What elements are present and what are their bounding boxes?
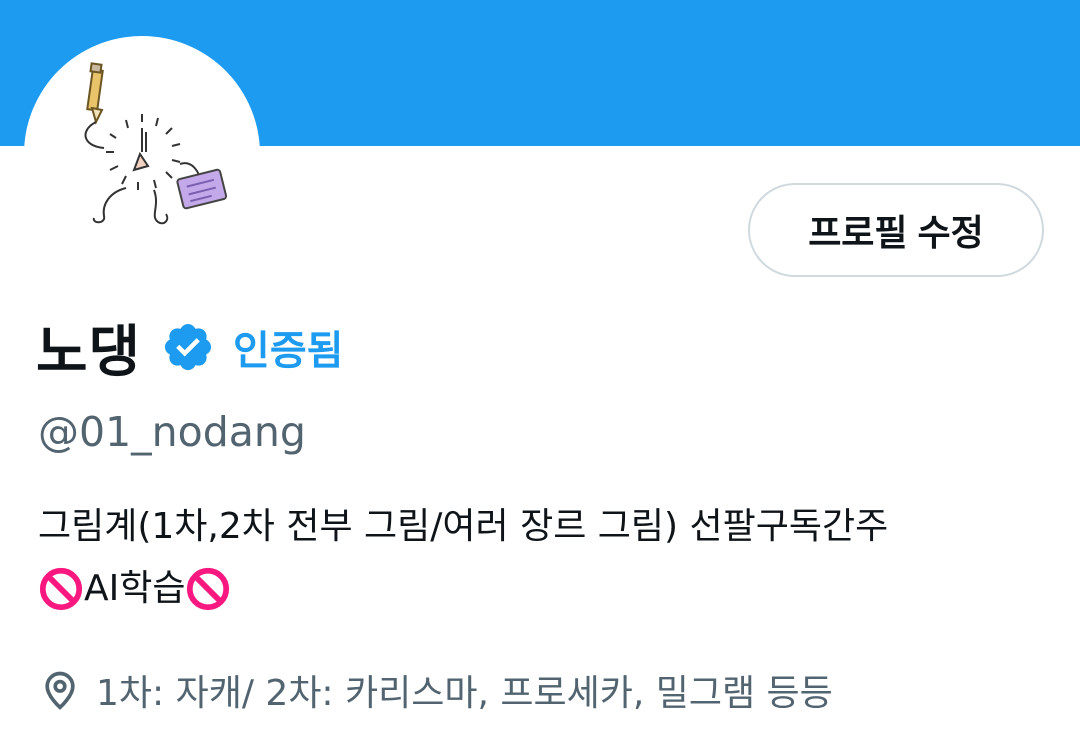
display-name: 노댕	[36, 319, 142, 385]
avatar-frame	[24, 36, 260, 272]
no-entry-icon	[185, 566, 231, 612]
avatar-drawing-icon	[84, 62, 228, 225]
verified-link[interactable]: 인증됨	[233, 318, 343, 376]
bio-line-1: 그림계(1차,2차 전부 그림/여러 장르 그림) 선팔구독간주	[38, 506, 889, 547]
no-entry-icon	[38, 566, 84, 612]
bio-line-2-text: AI학습	[84, 568, 186, 609]
avatar[interactable]	[30, 42, 254, 266]
profile-header: 프로필 수정 노댕 인증됨 @01_nodang 그림계(1차,2차 전부 그림…	[0, 0, 1080, 743]
location-text: 1차: 자캐/ 2차: 카리스마, 프로세카, 밀그램 등등	[96, 673, 833, 714]
name-row: 노댕 인증됨	[36, 310, 343, 385]
edit-profile-button[interactable]: 프로필 수정	[748, 183, 1044, 277]
pencil-icon	[86, 62, 104, 125]
card-icon	[176, 168, 228, 210]
profile-bio: 그림계(1차,2차 전부 그림/여러 장르 그림) 선팔구독간주 AI학습	[38, 496, 1048, 620]
username-handle: @01_nodang	[38, 408, 306, 456]
bio-line-2: AI학습	[38, 558, 1048, 620]
location-row: 1차: 자캐/ 2차: 카리스마, 프로세카, 밀그램 등등	[38, 660, 833, 720]
location-pin-icon	[38, 668, 82, 712]
verified-badge-icon[interactable]	[161, 320, 215, 374]
